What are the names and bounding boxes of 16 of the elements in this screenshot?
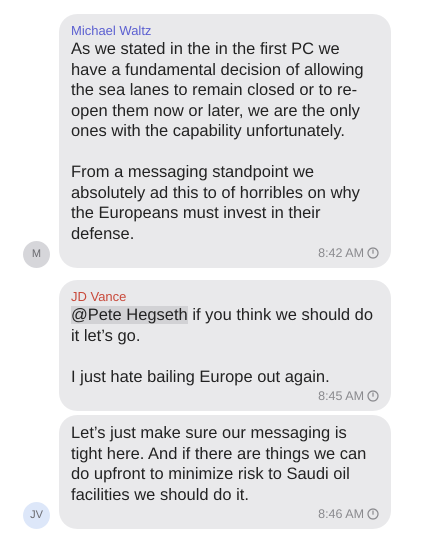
timestamp: 8:45 AM bbox=[318, 388, 364, 404]
timestamp: 8:46 AM bbox=[318, 506, 364, 522]
sender-name: Michael Waltz bbox=[71, 22, 152, 39]
clock-icon bbox=[367, 508, 379, 520]
clock-icon bbox=[367, 247, 379, 259]
message-text: From a messaging standpoint we absolutely ad this to of horribles on why the Europeans must invest in their defense. bbox=[71, 162, 361, 244]
avatar[interactable]: M bbox=[23, 241, 50, 268]
message-text: Let’s just make sure our messaging is tight here. And if there are things we can do upfront to minimize risk to Saudi oil facilities we should do it. bbox=[71, 423, 368, 505]
sender-name: JD Vance bbox=[71, 288, 128, 305]
message-text: @Pete Hegseth if you think we should do it let’s go. bbox=[71, 305, 374, 346]
clock-icon bbox=[367, 390, 379, 402]
message-text: I just hate bailing Europe out again. bbox=[71, 366, 331, 387]
message-text: As we stated in the in the first PC we have a fundamental decision of allowing the sea lanes to remain closed or to re-open them now or later, we are the only ones with the capability unfortunately. bbox=[71, 39, 365, 142]
avatar[interactable]: JV bbox=[23, 502, 50, 529]
timestamp: 8:42 AM bbox=[318, 245, 364, 261]
mention-tag[interactable]: @Pete Hegseth bbox=[71, 306, 188, 324]
